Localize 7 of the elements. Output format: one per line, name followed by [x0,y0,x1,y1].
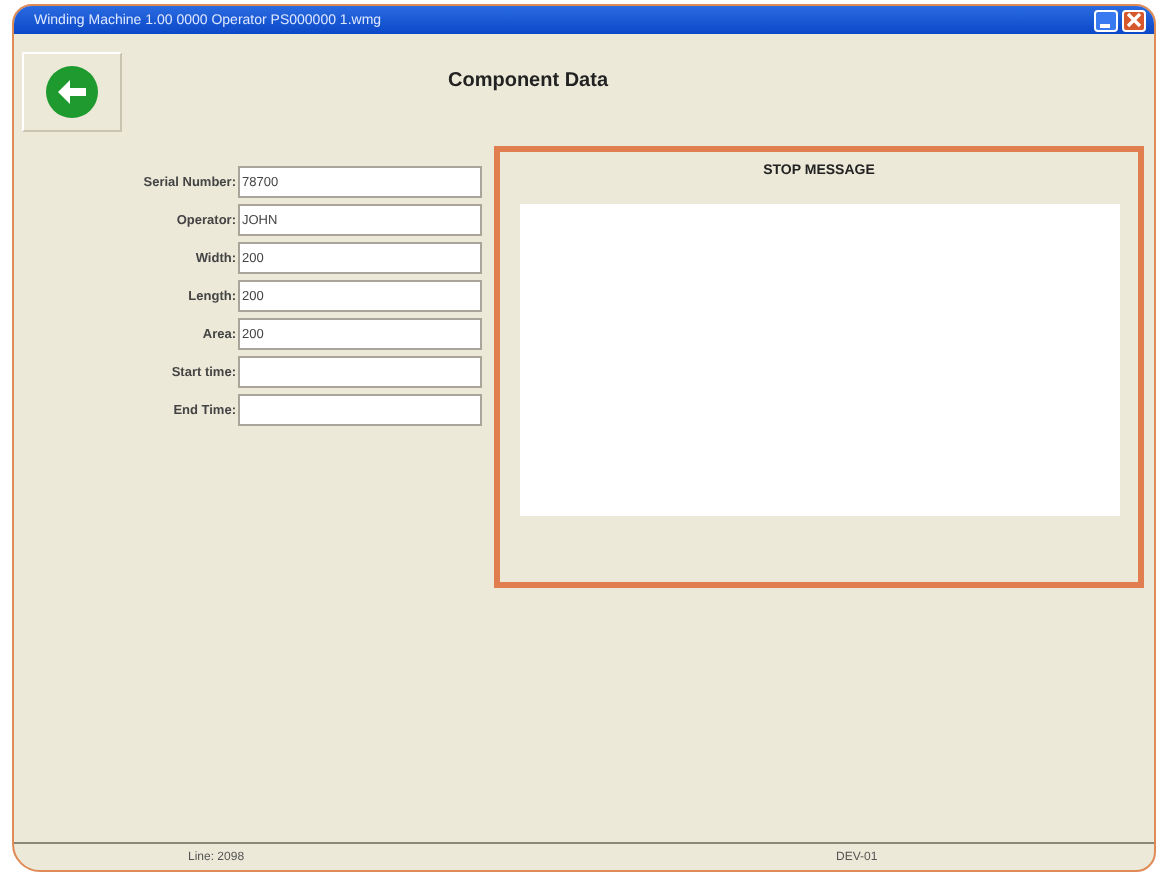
input-field[interactable] [238,356,482,388]
minimize-button[interactable] [1094,9,1118,31]
input-field[interactable] [238,394,482,426]
back-button[interactable] [22,52,122,132]
close-icon [1126,12,1142,28]
screen-title: Component Data [448,70,608,92]
close-button[interactable] [1122,9,1146,31]
